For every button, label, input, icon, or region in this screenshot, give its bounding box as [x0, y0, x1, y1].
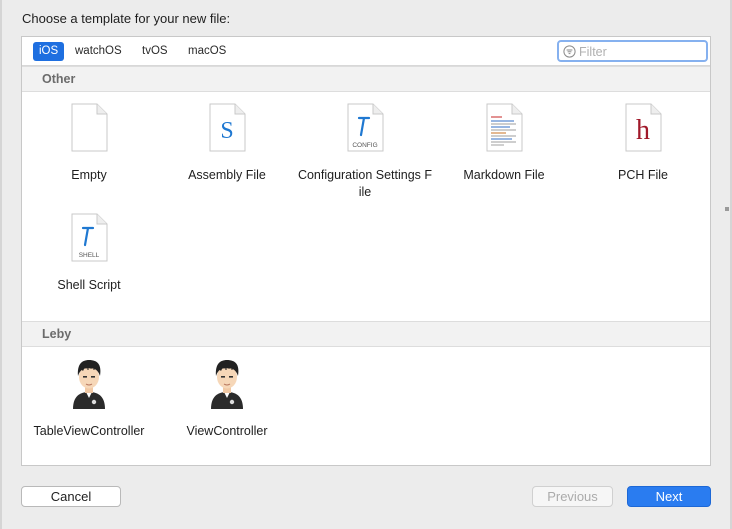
blank-document-icon	[69, 103, 109, 153]
shell-badge: SHELL	[79, 252, 100, 259]
tab-macos[interactable]: macOS	[182, 42, 232, 61]
avatar-icon	[67, 357, 111, 409]
template-label: TableViewController	[33, 424, 145, 438]
filter-icon	[563, 45, 576, 58]
config-badge: CONFIG	[352, 142, 377, 149]
section-header-leby: Leby	[22, 321, 710, 347]
template-pch-file[interactable]: h PCH File	[575, 103, 711, 184]
template-shell-script[interactable]: SHELL Shell Script	[21, 213, 157, 294]
template-label: Shell Script	[57, 278, 121, 292]
template-label: Configuration Settings File	[297, 168, 433, 199]
template-label: Assembly File	[188, 168, 266, 182]
next-button[interactable]: Next	[627, 486, 711, 507]
previous-button[interactable]: Previous	[532, 486, 613, 507]
section-header-other: Other	[22, 66, 710, 92]
template-configuration-settings-file[interactable]: CONFIG Configuration Settings File	[297, 103, 433, 201]
dialog-prompt: Choose a template for your new file:	[22, 11, 231, 26]
template-markdown-file[interactable]: Markdown File	[436, 103, 572, 184]
tab-tvos[interactable]: tvOS	[136, 42, 174, 61]
section-title: Leby	[42, 327, 72, 341]
template-assembly-file[interactable]: S Assembly File	[159, 103, 295, 184]
assembly-file-icon: S	[207, 103, 247, 153]
template-label: Markdown File	[463, 168, 545, 182]
cancel-button[interactable]: Cancel	[21, 486, 121, 507]
section-title: Other	[42, 72, 76, 86]
config-file-icon: CONFIG	[345, 103, 385, 153]
avatar-icon	[205, 357, 249, 409]
template-viewcontroller[interactable]: ViewController	[159, 357, 295, 440]
template-empty[interactable]: Empty	[21, 103, 157, 184]
pch-glyph: h	[636, 115, 650, 146]
window-edge-left	[0, 0, 2, 529]
template-label: PCH File	[617, 168, 668, 182]
shell-script-icon: SHELL	[69, 213, 109, 263]
filter-field[interactable]	[557, 40, 708, 62]
tab-watchos[interactable]: watchOS	[69, 42, 128, 61]
markdown-file-icon	[484, 103, 524, 153]
pch-file-icon: h	[623, 103, 663, 153]
template-label: Empty	[71, 168, 107, 182]
assembly-glyph: S	[220, 118, 233, 144]
tab-ios[interactable]: iOS	[33, 42, 65, 61]
filter-input[interactable]	[579, 43, 703, 60]
template-tableviewcontroller[interactable]: TableViewController	[21, 357, 157, 440]
template-label: ViewController	[186, 424, 268, 438]
platform-tab-bar: iOS watchOS tvOS macOS	[22, 37, 710, 66]
scroll-indicator	[725, 207, 729, 211]
template-chooser-panel: iOS watchOS tvOS macOS Other Empty	[21, 36, 711, 466]
